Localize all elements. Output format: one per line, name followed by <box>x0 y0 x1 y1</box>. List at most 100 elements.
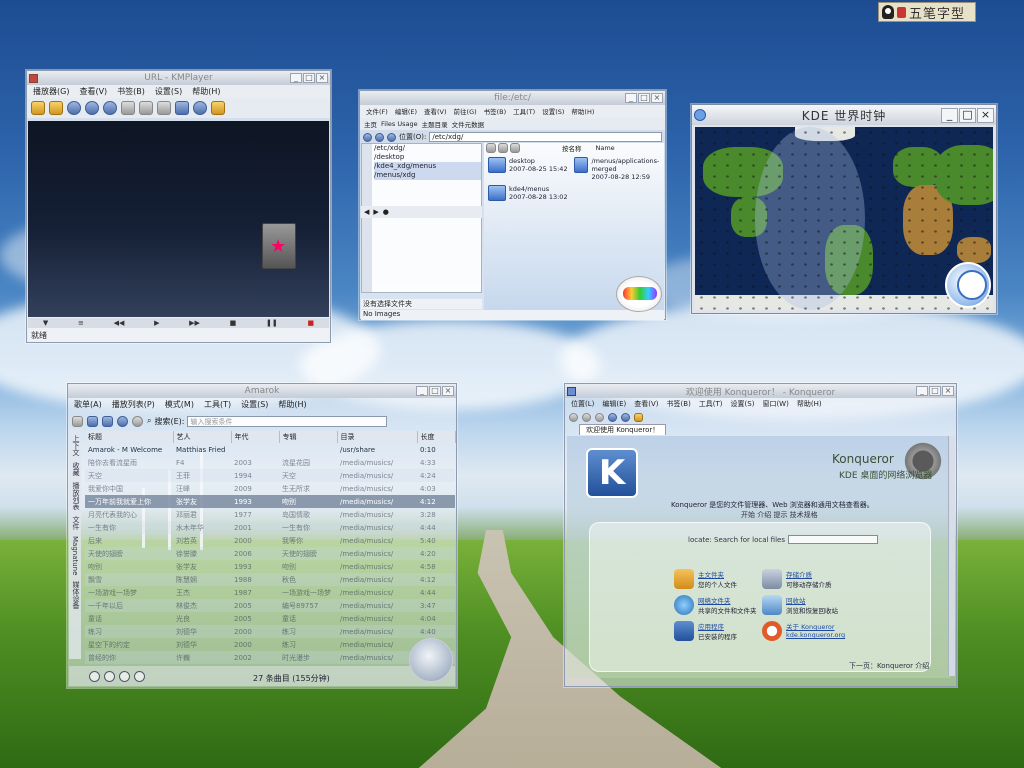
fullscreen-icon[interactable] <box>121 101 135 115</box>
menu-item-edit[interactable]: 编辑(E) <box>602 399 626 410</box>
file-item[interactable]: desktop 2007-08-25 15:42 <box>488 157 568 173</box>
undo-icon[interactable] <box>117 415 128 427</box>
menu-item-settings[interactable]: 设置(S) <box>731 399 755 410</box>
stop-button[interactable] <box>119 670 130 682</box>
link-title[interactable]: 回收站 <box>786 597 806 605</box>
tree-node[interactable]: /etc/xdg/ <box>374 144 481 153</box>
tab-files[interactable]: 文件 <box>71 516 81 530</box>
column-artist[interactable]: 艺人 <box>173 431 232 443</box>
menu-item-help[interactable]: 帮助(H) <box>192 86 220 97</box>
kmplayer-titlebar[interactable]: URL - KMPlayer _ □ × <box>27 71 330 85</box>
menu-arrow-button[interactable]: ▼ <box>43 319 48 327</box>
menu-item-view[interactable]: 查看(V) <box>424 106 447 117</box>
columns-view-icon[interactable] <box>510 143 520 153</box>
link-title[interactable]: 主文件夹 <box>698 571 724 579</box>
monitor-icon[interactable] <box>157 101 171 115</box>
minimize-button[interactable]: _ <box>916 386 928 396</box>
konqueror-app-icon[interactable] <box>567 386 576 396</box>
menu-item-location[interactable]: 位置(L) <box>571 399 594 410</box>
next-button[interactable] <box>134 670 145 682</box>
up-icon[interactable] <box>387 132 396 142</box>
link-desc[interactable]: kde.konqueror.org <box>786 631 845 639</box>
menu-item-help[interactable]: 帮助(H) <box>278 399 306 410</box>
table-row[interactable]: 童话 光良 2005 童话/media/musics/4:04 <box>85 612 455 625</box>
menu-item-settings[interactable]: 设置(S) <box>241 399 268 410</box>
playlist-icon[interactable] <box>175 101 189 115</box>
tools-icon[interactable] <box>72 415 83 427</box>
table-row[interactable]: 一场游戏一场梦 王杰 1987 一场游戏一场梦/media/musics/4:44 <box>85 586 455 599</box>
theme-tab[interactable]: 主题目录 <box>422 119 448 129</box>
menu-item-help[interactable]: 帮助(H) <box>797 399 822 410</box>
refresh-icon[interactable] <box>193 101 207 115</box>
table-row[interactable]: 曾经的你许巍2002时光漫步/media/musics/3:52 <box>85 651 455 664</box>
close-button[interactable]: × <box>651 93 663 103</box>
menu-item-file[interactable]: 文件(F) <box>366 106 388 117</box>
video-area[interactable] <box>28 121 329 317</box>
stop-icon[interactable]: ● <box>383 208 389 216</box>
close-button[interactable]: × <box>316 73 328 83</box>
worldclock-titlebar[interactable]: KDE 世界时钟 _ □ × <box>692 105 996 125</box>
menu-item-view[interactable]: 查看(V) <box>634 399 658 410</box>
table-row[interactable]: 星空下的约定刘德华2000练习/media/musics/4:18 <box>85 638 455 651</box>
maximize-button[interactable]: □ <box>638 93 650 103</box>
up-icon[interactable] <box>595 412 604 422</box>
menu-item-settings[interactable]: 设置(S) <box>155 86 182 97</box>
stop-icon[interactable] <box>103 101 117 115</box>
zoom-icon[interactable] <box>139 101 153 115</box>
player-mode-icon[interactable] <box>67 101 81 115</box>
previous-button[interactable] <box>89 670 100 682</box>
file-item[interactable]: kde4/menus 2007-08-28 13:02 <box>488 185 568 201</box>
locate-input[interactable] <box>787 535 878 544</box>
minimize-button[interactable]: _ <box>290 73 302 83</box>
pause-button[interactable]: ❚❚ <box>266 319 278 327</box>
shortcut-network[interactable]: 网络文件夹 共享的文件和文件夹 <box>674 595 757 615</box>
vertical-scrollbar[interactable] <box>948 436 955 676</box>
tab-playlists[interactable]: 播放列表 <box>71 482 81 510</box>
rewind-button[interactable]: ◀◀ <box>114 319 125 327</box>
shortcut-about[interactable]: 关于 Konqueror kde.konqueror.org <box>762 621 845 641</box>
new-file-icon[interactable] <box>31 101 45 115</box>
menu-item-view[interactable]: 查看(V) <box>79 86 107 97</box>
table-row[interactable]: 飘雪 陈慧娴 1988 秋色/media/musics/4:12 <box>85 573 455 586</box>
files-usage-tab[interactable]: Files Usage <box>381 120 418 128</box>
tree-node[interactable]: /kde4_xdg/menus <box>374 162 481 171</box>
table-row[interactable]: 一万年前我就爱上你 张学友 1993 吻别/media/musics/4:12 <box>85 495 455 508</box>
ime-indicator[interactable]: 五笔字型 <box>878 2 976 22</box>
sort-select[interactable]: 按名称 <box>562 143 582 153</box>
shortcut-applications[interactable]: 应用程序 已安装的程序 <box>674 621 737 641</box>
menu-item-bookmarks[interactable]: 书签(B) <box>667 399 691 410</box>
search-input[interactable]: 输入搜索条件 <box>187 415 388 427</box>
tab-media-device[interactable]: 媒体设备 <box>71 581 81 609</box>
next-page-link[interactable]: 下一页：Konqueror 介绍 <box>849 661 929 671</box>
table-row[interactable]: 后来 刘若英 2000 我等你/media/musics/5:40 <box>85 534 455 547</box>
config-button[interactable]: ≡ <box>78 319 84 327</box>
back-icon[interactable] <box>569 412 578 422</box>
save-icon[interactable] <box>102 415 113 427</box>
intro-links[interactable]: 开始 介绍 提示 技术规格 <box>741 510 818 520</box>
play-button[interactable] <box>104 670 115 682</box>
filemanager-titlebar[interactable]: file:/etc/ _ □ × <box>360 91 665 105</box>
reload-icon[interactable] <box>608 412 617 422</box>
view-label[interactable]: Name <box>596 144 615 152</box>
next-icon[interactable]: ▶ <box>373 208 378 216</box>
table-row[interactable]: 陪你去看流星雨 F4 2003 流星花园/media/musics/4:33 <box>85 456 455 469</box>
forward-icon[interactable] <box>375 132 384 142</box>
column-length[interactable]: 长度 <box>417 431 456 443</box>
kmplayer-app-icon[interactable] <box>29 73 38 83</box>
tab-context[interactable]: 上下文 <box>71 435 81 456</box>
file-item[interactable]: /menus/applications-merged 2007-08-28 12:… <box>574 157 664 181</box>
minimize-button[interactable]: _ <box>625 93 637 103</box>
menu-item-bookmarks[interactable]: 书签(B) <box>484 106 507 117</box>
table-row[interactable]: 天空 王菲 1994 天空/media/musics/4:24 <box>85 469 455 482</box>
close-button[interactable]: × <box>442 386 454 396</box>
shortcut-home[interactable]: 主文件夹 您的个人文件 <box>674 569 737 589</box>
maximize-button[interactable]: □ <box>929 386 941 396</box>
maximize-button[interactable]: □ <box>959 107 976 123</box>
menu-item-window[interactable]: 窗口(W) <box>762 399 788 410</box>
table-row[interactable]: 吻别 张学友 1993 吻别/media/musics/4:58 <box>85 560 455 573</box>
table-row[interactable]: 天使的翅膀 徐誉滕 2006 天使的翅膀/media/musics/4:20 <box>85 547 455 560</box>
menu-item-tools[interactable]: 工具(T) <box>699 399 723 410</box>
record-button[interactable]: ■ <box>307 319 314 327</box>
table-row[interactable]: 月亮代表我的心 邓丽君 1977 岛国情歌/media/musics/3:28 <box>85 508 455 521</box>
redo-icon[interactable] <box>132 415 143 427</box>
